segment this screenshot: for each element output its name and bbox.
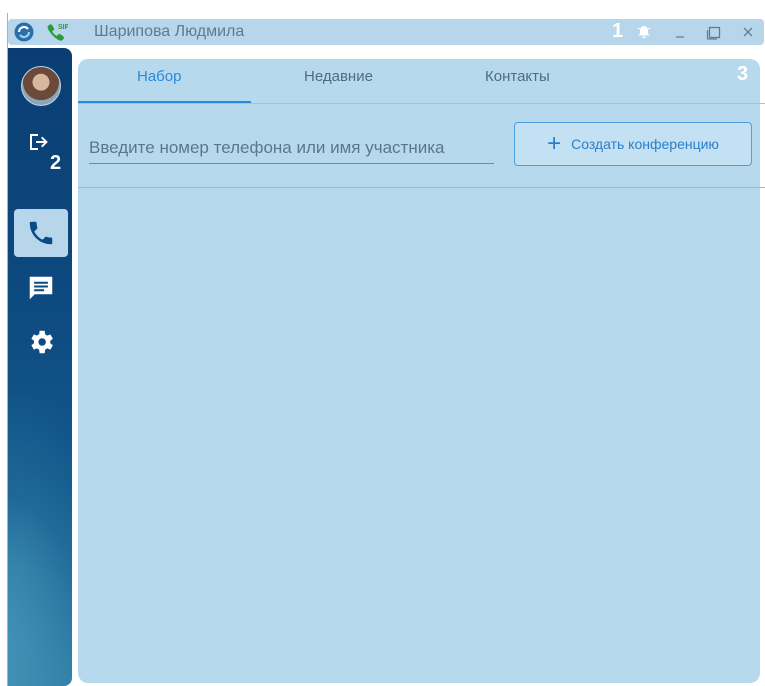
search-divider xyxy=(78,187,765,188)
search-placeholder: Введите номер телефона или имя участника xyxy=(89,138,445,157)
settings-icon xyxy=(31,330,53,354)
svg-text:SIP: SIP xyxy=(58,24,68,31)
avatar[interactable] xyxy=(21,66,61,106)
tab-bar: Набор Недавние Контакты 3 xyxy=(78,59,760,104)
nav-messages-button[interactable] xyxy=(14,264,68,312)
bell-icon[interactable] xyxy=(636,24,652,40)
badge-1: 1 xyxy=(612,20,624,42)
badge-3: 3 xyxy=(737,63,749,85)
tab-contacts[interactable]: Контакты xyxy=(485,68,550,85)
window-title: Шарипова Людмила xyxy=(94,23,245,40)
app-window: SIP Шарипова Людмила 1 2 Набор Недавние … xyxy=(7,13,765,686)
tab-recent[interactable]: Недавние xyxy=(304,68,373,85)
tab-dial[interactable]: Набор xyxy=(137,68,181,85)
phone-icon xyxy=(29,221,53,245)
create-conference-button[interactable]: + Создать конференцию xyxy=(514,122,752,166)
logout-icon[interactable] xyxy=(26,130,50,154)
sidebar: 2 xyxy=(8,48,72,686)
tabs-divider xyxy=(78,103,765,104)
title-bar: SIP Шарипова Людмила 1 xyxy=(8,19,764,45)
plus-icon: + xyxy=(547,130,562,157)
app-logo-icon xyxy=(14,22,34,42)
create-conference-label: Создать конференцию xyxy=(571,136,719,152)
nav-settings-button[interactable] xyxy=(14,318,68,366)
search-input[interactable]: Введите номер телефона или имя участника xyxy=(89,135,494,164)
badge-2: 2 xyxy=(50,152,62,174)
minimize-icon[interactable] xyxy=(673,24,689,40)
main-panel: Набор Недавние Контакты 3 Введите номер … xyxy=(78,59,765,683)
maximize-icon[interactable] xyxy=(706,24,722,40)
close-icon[interactable] xyxy=(740,24,756,40)
chat-icon xyxy=(29,276,53,300)
nav-calls-button[interactable] xyxy=(14,209,68,257)
sip-phone-icon: SIP xyxy=(47,24,68,41)
